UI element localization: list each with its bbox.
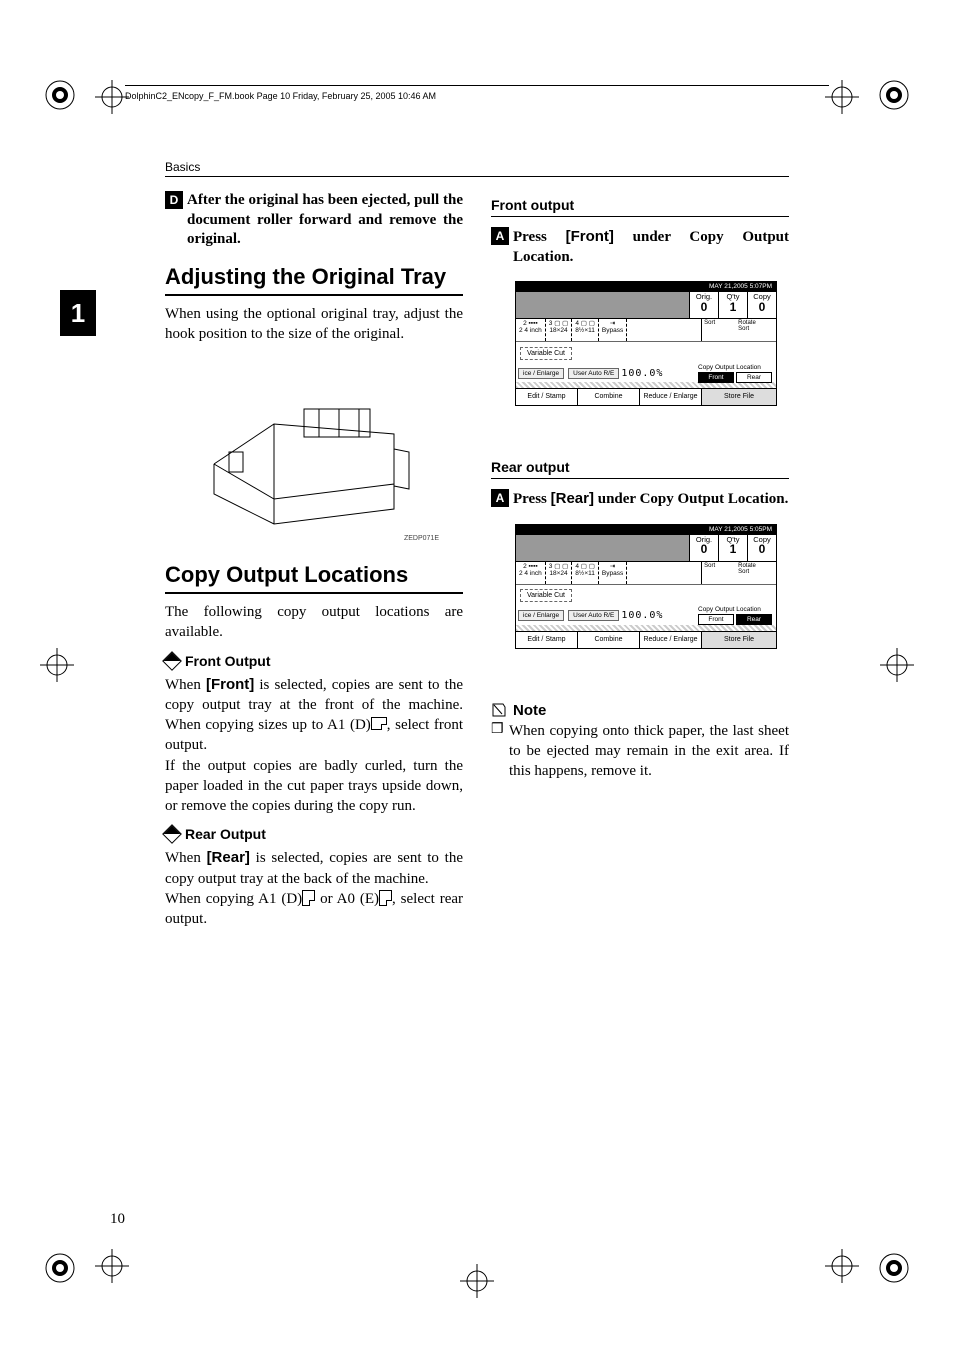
note-text: When copying onto thick paper, the last …: [509, 721, 789, 782]
diamond-bullet-icon: [162, 824, 182, 844]
crop-mark-bl: [40, 1248, 80, 1288]
page-content: Basics 1 D After the original has been e…: [165, 160, 789, 1228]
chapter-tab: 1: [60, 290, 96, 336]
runhead-text: DolphinC2_ENcopy_F_FM.book Page 10 Frida…: [125, 91, 436, 101]
rear-location-button[interactable]: Rear: [736, 372, 772, 383]
variable-cut-button[interactable]: Variable Cut: [520, 347, 572, 360]
register-cross-icon: [95, 1249, 129, 1283]
screen-timestamp: MAY 21,2005 5:07PM: [516, 282, 776, 292]
running-head: Basics: [165, 160, 789, 177]
screen-rear-output: MAY 21,2005 5:05PM Orig.0 Q'ty1 Copy0 2 …: [491, 524, 789, 684]
portrait-icon: [302, 890, 315, 906]
register-cross-icon: [825, 80, 859, 114]
section-copy-output-locations: Copy Output Locations: [165, 562, 463, 594]
body-text: The following copy output locations are …: [165, 602, 463, 643]
store-file-button[interactable]: Store File: [702, 389, 776, 405]
heading-label: Front Output: [185, 653, 271, 669]
rear-output-body: When [Rear] is selected, copies are sent…: [165, 848, 463, 929]
rear-output-heading: Rear Output: [165, 826, 463, 842]
step-number-a: A: [491, 227, 509, 245]
front-location-button[interactable]: Front: [698, 614, 734, 625]
step-text: After the original has been ejected, pul…: [187, 191, 463, 250]
register-cross-icon: [40, 648, 74, 682]
portrait-icon: [379, 890, 392, 906]
subhead-front-output: Front output: [491, 197, 789, 217]
note-bullet-icon: ❒: [491, 721, 503, 782]
register-cross-icon: [460, 1264, 494, 1298]
edit-stamp-button[interactable]: Edit / Stamp: [516, 632, 578, 648]
screen-front-output: MAY 21,2005 5:07PM Orig.0 Q'ty1 Copy0 2 …: [491, 281, 789, 441]
figure-original-tray: ZEDP071E: [165, 354, 463, 544]
page-number: 10: [110, 1211, 125, 1228]
register-cross-icon: [95, 80, 129, 114]
landscape-icon: [371, 717, 387, 730]
step-number-4: D: [165, 191, 183, 209]
note-item: ❒ When copying onto thick paper, the las…: [491, 721, 789, 782]
register-cross-icon: [825, 1249, 859, 1283]
front-output-body: When [Front] is selected, copies are sen…: [165, 675, 463, 817]
register-cross-icon: [880, 648, 914, 682]
body-text: When using the optional original tray, a…: [165, 304, 463, 345]
crop-mark-tl: [40, 75, 80, 115]
right-column: Front output A Press [Front] under Copy …: [491, 191, 789, 939]
left-column: D After the original has been ejected, p…: [165, 191, 463, 939]
step-text: Press [Front] under Copy Output Location…: [513, 227, 789, 267]
print-frame: DolphinC2_ENcopy_F_FM.book Page 10 Frida…: [125, 85, 829, 106]
note-heading: Note: [491, 702, 789, 719]
screen-timestamp: MAY 21,2005 5:05PM: [516, 525, 776, 535]
note-label: Note: [513, 702, 546, 719]
combine-button[interactable]: Combine: [578, 389, 640, 405]
store-file-button[interactable]: Store File: [702, 632, 776, 648]
front-location-button[interactable]: Front: [698, 372, 734, 383]
step-number-a: A: [491, 489, 509, 507]
reduce-enlarge-button[interactable]: Reduce / Enlarge: [640, 389, 702, 405]
edit-stamp-button[interactable]: Edit / Stamp: [516, 389, 578, 405]
variable-cut-button[interactable]: Variable Cut: [520, 589, 572, 602]
crop-mark-br: [874, 1248, 914, 1288]
section-adjusting-original-tray: Adjusting the Original Tray: [165, 264, 463, 296]
rear-location-button[interactable]: Rear: [736, 614, 772, 625]
figure-caption: ZEDP071E: [404, 535, 439, 542]
diamond-bullet-icon: [162, 651, 182, 671]
crop-mark-tr: [874, 75, 914, 115]
subhead-rear-output: Rear output: [491, 459, 789, 479]
step-text: Press [Rear] under Copy Output Location.: [513, 489, 789, 510]
combine-button[interactable]: Combine: [578, 632, 640, 648]
note-icon: [491, 702, 507, 718]
heading-label: Rear Output: [185, 826, 266, 842]
front-output-heading: Front Output: [165, 653, 463, 669]
reduce-enlarge-button[interactable]: Reduce / Enlarge: [640, 632, 702, 648]
